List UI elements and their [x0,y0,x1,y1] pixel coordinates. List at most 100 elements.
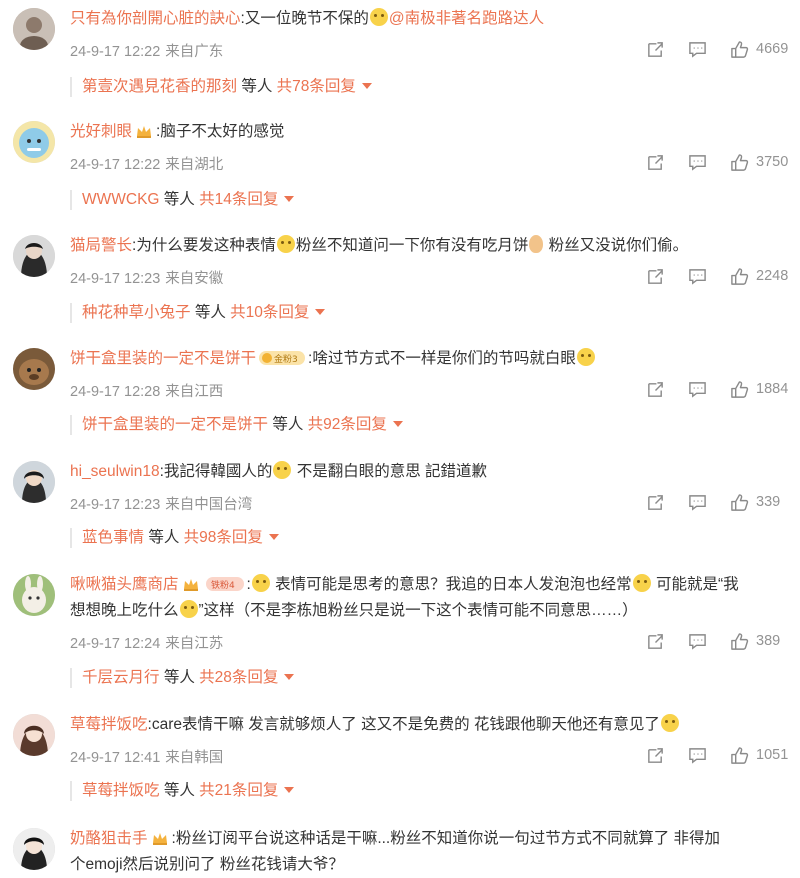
chevron-down-icon [315,309,326,315]
like-button[interactable] [727,265,751,287]
like-count: 389 [756,633,781,649]
reply-total-link[interactable]: 共21条回复 [199,782,278,799]
reply-and-label: 等人 [163,191,195,208]
share-button[interactable] [643,491,667,513]
comment-text: 只有為你剖開心脏的訣心:又一位晚节不保的 @南极非著名跑路达人 [70,6,780,32]
comment-text: 饼干盒里装的一定不是饼干 金粉3:啥过节方式不一样是你们的节吗就白眼 [70,346,780,375]
username-link[interactable]: 奶酪狙击手 [70,830,148,847]
reply-username[interactable]: 饼干盒里装的一定不是饼干 [82,416,268,433]
reply-username[interactable]: 第壹次遇見花香的那刻 [82,78,237,95]
reply-username[interactable]: 草莓拌饭吃 [82,782,160,799]
thumbs-up-icon [730,493,748,511]
comment-location: 来自广东 [165,44,224,60]
share-icon [647,633,663,649]
reply-and-label: 等人 [241,78,273,95]
reply-total-link[interactable]: 共78条回复 [277,78,356,95]
comment-meta: 24-9-17 12:24 来自江苏 [70,632,228,653]
comment-button[interactable] [685,151,709,173]
reply-username[interactable]: WWWCKG [82,191,159,208]
reply-username[interactable]: 蓝色事情 [82,529,144,546]
reply-total-link[interactable]: 共98条回复 [184,529,263,546]
eye-roll-emoji-icon [576,348,595,366]
reply-username[interactable]: 千层云月行 [82,669,160,686]
like-button[interactable] [727,744,751,766]
like-count: 1884 [756,381,789,397]
avatar[interactable] [13,235,55,277]
username-link[interactable]: 光好刺眼 [70,123,132,140]
comment-text: 猫局警长:为什么要发这种表情 粉丝不知道问一下你有没有吃月饼 粉丝又没说你们偷。 [70,233,780,259]
avatar[interactable] [13,121,55,163]
thumbs-up-icon [730,632,748,650]
avatar[interactable] [13,714,55,756]
reply-summary[interactable]: 蓝色事情 等人 共98条回复 [70,528,279,548]
like-button[interactable] [727,630,751,652]
username-link[interactable]: 啾啾猫头鹰商店 [70,576,179,593]
share-button[interactable] [643,38,667,60]
username-link[interactable]: 猫局警长 [70,237,132,254]
comment-text: 草莓拌饭吃:care表情干嘛 发言就够烦人了 这又不是免费的 花钱跟他聊天他还有… [70,712,780,738]
share-button[interactable] [643,265,667,287]
comment-icon [688,747,706,764]
share-icon [647,41,663,57]
comment-button[interactable] [685,265,709,287]
like-button[interactable] [727,378,751,400]
comment-location: 来自韩国 [165,750,224,766]
comment-location: 来自江西 [165,384,224,400]
comment-body: :粉丝订阅平台说这种话是干嘛...粉丝不知道你说一句过节方式不同就算了 非得加 [171,830,721,847]
comment-button[interactable] [685,38,709,60]
comment-button[interactable] [685,630,709,652]
username-link[interactable]: 饼干盒里装的一定不是饼干 [70,350,256,367]
share-button[interactable] [643,744,667,766]
comment-location: 来自江苏 [165,636,224,652]
comment-meta: 24-9-17 12:22 来自广东 [70,40,228,61]
share-icon [647,494,663,510]
avatar[interactable] [13,574,55,616]
comment-meta: 24-9-17 12:41 来自韩国 [70,746,228,767]
username-link[interactable]: 草莓拌饭吃 [70,716,148,733]
reply-total-link[interactable]: 共28条回复 [199,669,278,686]
chevron-down-icon [284,787,295,793]
reply-total-link[interactable]: 共14条回复 [199,191,278,208]
username-link[interactable]: 只有為你剖開心脏的訣心 [70,10,241,27]
avatar[interactable] [13,348,55,390]
reply-total-link[interactable]: 共10条回复 [230,304,309,321]
comment-body: :又一位晚节不保的 [240,10,369,27]
action-bar: 1051 [625,744,790,766]
reply-username[interactable]: 种花种草小兔子 [82,304,191,321]
reply-summary[interactable]: 千层云月行 等人 共28条回复 [70,668,295,688]
comment-button[interactable] [685,744,709,766]
comment-text-line2: 想想晚上吃什么 ”这样（不是李栋旭粉丝只是说一下这个表情可能不同意思……） [70,598,780,624]
username-link[interactable]: hi_seulwin18 [70,463,160,480]
avatar[interactable] [13,461,55,503]
comment-body-cont: 个emoji然后说别问了 粉丝花钱请大爷？ [70,856,344,873]
reply-summary[interactable]: 种花种草小兔子 等人 共10条回复 [70,303,326,323]
like-button[interactable] [727,151,751,173]
avatar[interactable] [13,8,55,50]
share-button[interactable] [643,630,667,652]
comment-location: 来自中国台湾 [165,497,253,513]
eye-roll-emoji-icon [632,574,651,592]
comment-date: 24-9-17 12:41 [70,750,161,766]
reply-summary[interactable]: 草莓拌饭吃 等人 共21条回复 [70,781,295,801]
mention-link[interactable]: @南极非著名跑路达人 [389,10,544,27]
comment-body: : [246,576,251,593]
like-count: 2248 [756,268,789,284]
avatar[interactable] [13,828,55,870]
action-bar: 4669 [625,38,790,60]
reply-summary[interactable]: WWWCKG 等人 共14条回复 [70,190,295,210]
comment-body-cont: 粉丝不知道问一下你有没有吃月饼 [295,237,529,254]
share-button[interactable] [643,151,667,173]
comment-text-line2: 个emoji然后说别问了 粉丝花钱请大爷？ [70,852,780,878]
reply-summary[interactable]: 饼干盒里装的一定不是饼干 等人 共92条回复 [70,415,403,435]
comment-body-cont: 粉丝又没说你们偷。 [548,237,689,254]
comment-button[interactable] [685,491,709,513]
like-button[interactable] [727,38,751,60]
like-count: 4669 [756,41,789,57]
reply-summary[interactable]: 第壹次遇見花香的那刻 等人 共78条回复 [70,77,372,97]
share-button[interactable] [643,378,667,400]
comment-button[interactable] [685,378,709,400]
like-button[interactable] [727,491,751,513]
action-bar: 389 [625,630,790,652]
reply-total-link[interactable]: 共92条回复 [308,416,387,433]
comment-icon [688,633,706,650]
